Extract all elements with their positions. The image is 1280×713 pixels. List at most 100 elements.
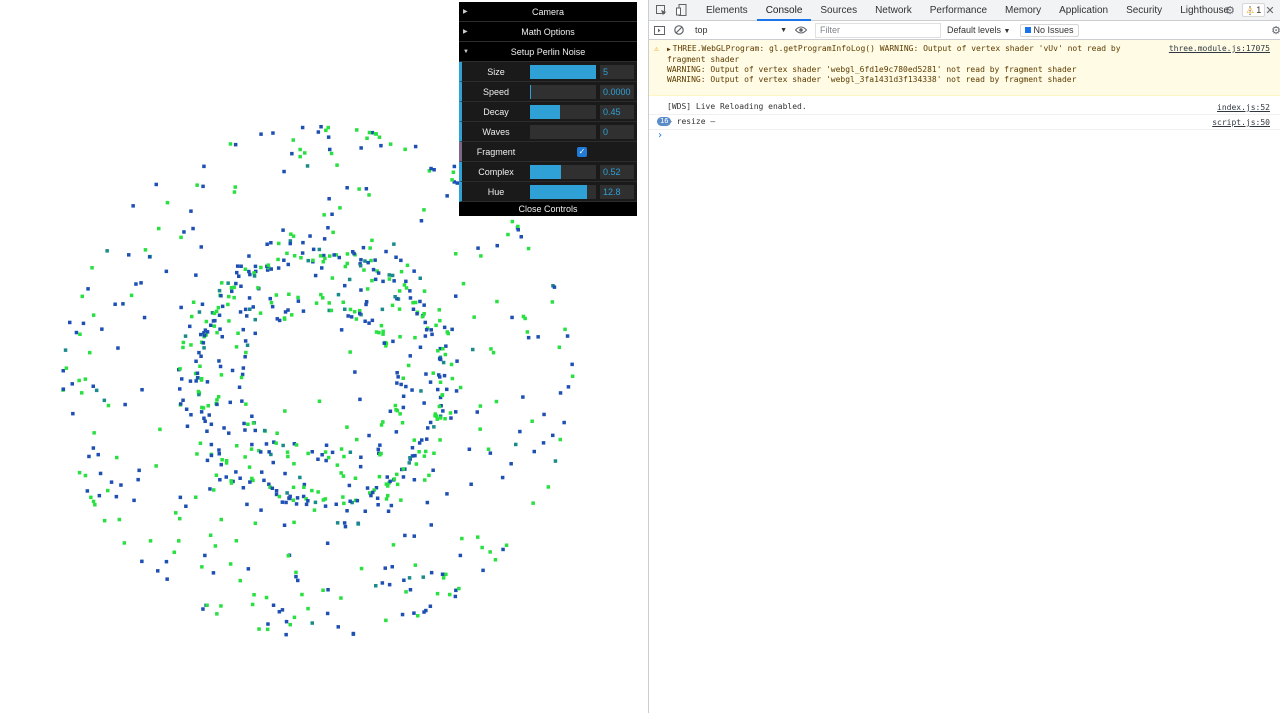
particle: [395, 371, 399, 375]
size-input[interactable]: 5: [600, 64, 634, 79]
eye-icon[interactable]: [791, 20, 811, 41]
particle: [327, 197, 331, 201]
particle: [246, 567, 251, 571]
particle: [541, 441, 546, 445]
gear-icon[interactable]: ⚙: [1220, 0, 1240, 21]
particle: [178, 367, 182, 371]
particle: [281, 228, 285, 232]
particle: [400, 612, 405, 617]
close-controls-button[interactable]: Close Controls: [459, 202, 637, 216]
particle: [388, 479, 392, 484]
particle: [190, 314, 194, 319]
particle: [380, 307, 385, 312]
particle: [330, 212, 334, 216]
log-levels-dropdown[interactable]: Default levels ▼: [947, 25, 1010, 35]
decay-input[interactable]: 0.45: [600, 104, 634, 119]
particle: [330, 276, 335, 280]
decay-slider[interactable]: [530, 104, 596, 119]
particle: [184, 407, 189, 411]
particle: [250, 442, 254, 447]
complex-input[interactable]: 0.52: [600, 164, 634, 179]
filter-input[interactable]: Filter: [815, 22, 941, 38]
console-settings-gear-icon[interactable]: ⚙: [1266, 21, 1280, 40]
tab-console[interactable]: Console: [756, 0, 812, 21]
particle: [252, 593, 256, 597]
particle: [366, 260, 370, 265]
particle: [271, 460, 275, 465]
particle: [235, 264, 240, 268]
particle: [326, 455, 331, 460]
issues-button[interactable]: No Issues: [1020, 23, 1079, 37]
particle: [199, 245, 203, 249]
tab-network[interactable]: Network: [866, 0, 921, 21]
tab-elements[interactable]: Elements: [697, 0, 757, 21]
tab-performance[interactable]: Performance: [921, 0, 996, 21]
particle: [373, 258, 377, 262]
source-link[interactable]: script.js:50: [1212, 118, 1270, 128]
particle: [205, 429, 209, 433]
particle: [471, 347, 475, 352]
particle: [417, 450, 421, 454]
complex-slider[interactable]: [530, 164, 596, 179]
particle: [441, 360, 446, 365]
control-fragment: Fragment ✓: [459, 142, 637, 162]
tab-memory[interactable]: Memory: [996, 0, 1050, 21]
particle: [412, 438, 416, 442]
particle: [220, 458, 224, 462]
particle: [413, 144, 418, 149]
folder-camera[interactable]: ▶ Camera: [459, 2, 637, 22]
source-link[interactable]: index.js:52: [1217, 103, 1270, 113]
sidebar-toggle-icon[interactable]: [649, 20, 669, 41]
console-warning-message[interactable]: ⚠ ▶ THREE.WebGLProgram: gl.getProgramInfo…: [649, 40, 1280, 96]
particle: [234, 470, 238, 474]
particle: [188, 324, 192, 329]
device-toolbar-icon[interactable]: [671, 0, 691, 21]
context-select[interactable]: top ▼: [691, 23, 791, 38]
particle: [323, 450, 328, 454]
speed-input[interactable]: 0.0000: [600, 84, 634, 99]
dropdown-arrow-icon: ▼: [780, 26, 787, 34]
particle: [226, 281, 230, 285]
particle: [262, 478, 266, 483]
console-prompt[interactable]: ›: [649, 130, 1280, 142]
folder-math-options[interactable]: ▶ Math Options: [459, 22, 637, 42]
particle: [264, 595, 269, 600]
kebab-menu-icon[interactable]: ⋮: [1240, 0, 1260, 21]
particle: [478, 427, 482, 431]
waves-input[interactable]: 0: [600, 124, 634, 139]
particle: [342, 521, 347, 525]
tab-application[interactable]: Application: [1050, 0, 1117, 21]
waves-slider[interactable]: [530, 124, 596, 139]
particle: [394, 430, 399, 434]
particle: [454, 410, 458, 414]
warning-text: WARNING: Output of vertex shader 'webgl_…: [667, 65, 1077, 74]
tab-sources[interactable]: Sources: [811, 0, 866, 21]
hue-input[interactable]: 12.8: [600, 184, 634, 199]
clear-console-icon[interactable]: [669, 20, 689, 41]
size-slider[interactable]: [530, 64, 596, 79]
devtools-tabbar: Elements Console Sources Network Performance…: [649, 0, 1280, 21]
particle: [442, 373, 447, 378]
particle: [250, 602, 255, 607]
devtools-panel: Elements Console Sources Network Performance…: [648, 0, 1280, 713]
particle: [164, 269, 169, 274]
particle: [510, 315, 514, 320]
particle: [196, 376, 200, 380]
particle: [276, 257, 280, 262]
tab-security[interactable]: Security: [1117, 0, 1171, 21]
fragment-checkbox[interactable]: ✓: [577, 146, 587, 157]
speed-slider[interactable]: [530, 84, 596, 99]
close-icon[interactable]: ✕: [1260, 0, 1280, 21]
particle: [418, 276, 422, 280]
particle: [438, 380, 443, 384]
inspect-element-icon[interactable]: [651, 0, 671, 21]
particle: [269, 300, 274, 305]
expand-triangle-icon[interactable]: ▶: [667, 46, 671, 53]
particle: [438, 438, 442, 442]
folder-setup-perlin-noise[interactable]: ▼ Setup Perlin Noise: [459, 42, 637, 62]
particle: [280, 500, 285, 504]
hue-slider[interactable]: [530, 184, 596, 199]
particle: [365, 287, 370, 291]
particle: [240, 399, 244, 403]
source-link[interactable]: three.module.js:17075: [1169, 44, 1270, 54]
